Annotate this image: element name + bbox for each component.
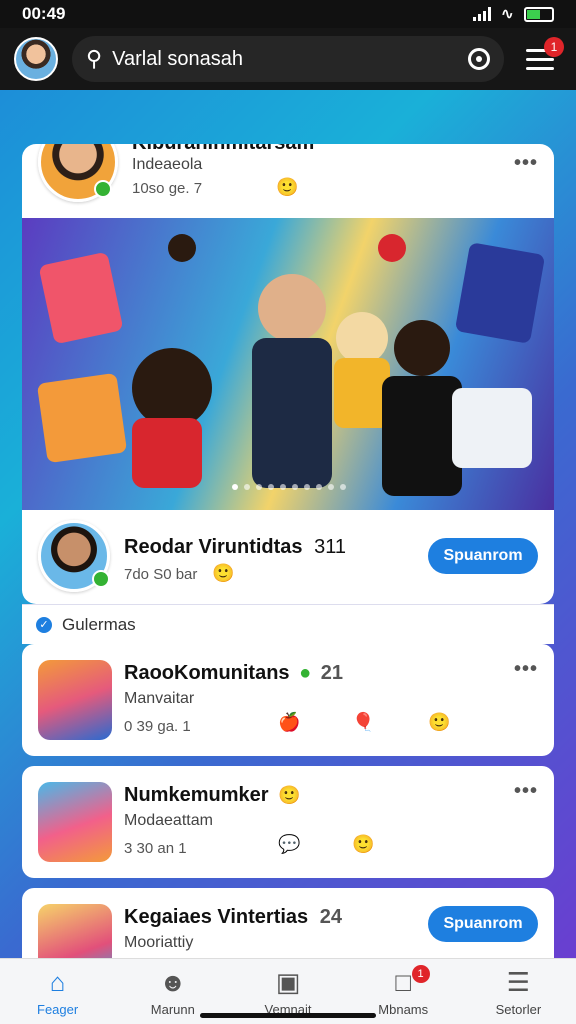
item-count: 21 [320, 662, 344, 684]
banner-illustration [37, 234, 544, 496]
more-options-icon[interactable]: ••• [514, 780, 538, 803]
nav-home[interactable]: ⌂ Feager [0, 959, 115, 1024]
search-text: Varlal sonasah [112, 47, 243, 70]
wifi-icon: ∿ [500, 6, 514, 23]
top-bar: ⚲ Varlal sonasah 1 [0, 28, 576, 90]
scan-icon[interactable] [468, 48, 490, 70]
post-banner-image[interactable] [22, 218, 554, 510]
community-name[interactable]: Reodar Viruntidtas 311 [124, 536, 346, 559]
item-title[interactable]: Numkemumker 🙂 [124, 784, 301, 807]
community-meta: 7do S0 bar [124, 566, 198, 583]
check-icon: ✓ [36, 616, 52, 633]
more-options-icon[interactable]: ••• [514, 152, 538, 175]
section-header: ✓ Gulermas [22, 604, 554, 644]
post-header: Kiburaninmitarsam Indeaeola 10so ge. 7 🙂… [22, 144, 554, 218]
item-title[interactable]: RaooKomunitans ● 21 [124, 662, 343, 685]
section-title: Gulermas [62, 614, 136, 634]
signal-icon [472, 7, 491, 21]
home-indicator [200, 1013, 376, 1018]
notifications-icon: □ [395, 966, 412, 997]
battery-icon [524, 6, 554, 22]
reaction-icon: 🙂 [428, 712, 451, 732]
smile-icon: 🙂 [276, 177, 299, 197]
community-title: Reodar Viruntidtas [124, 536, 303, 558]
community-thumbnail[interactable] [38, 782, 112, 862]
feed[interactable]: Kiburaninmitarsam Indeaeola 10so ge. 7 🙂… [0, 90, 576, 960]
group-icon: ☻ [159, 966, 187, 997]
nav-label: Mbnams [378, 1001, 429, 1017]
gallery-icon: ▣ [275, 966, 301, 997]
search-input[interactable]: ⚲ Varlal sonasah [72, 36, 504, 82]
reaction-icon: 🎈 [352, 712, 375, 732]
carousel-dots[interactable] [232, 484, 346, 490]
item-meta: 3 30 an 1 [124, 840, 187, 857]
bottom-navigation: ⌂ Feager ☻ Marunn ▣ Vemnait □ 1 Mbnams ☰… [0, 958, 576, 1024]
list-item[interactable]: Kegaiaes Vintertias 24 Mooriattiy Spuanr… [22, 888, 554, 960]
menu-icon: ☰ [506, 966, 531, 997]
menu-button[interactable]: 1 [518, 37, 564, 81]
item-subtitle: Mooriattiy [124, 934, 194, 951]
smile-icon: 🙂 [212, 563, 235, 583]
list-item[interactable]: RaooKomunitans ● 21 Manvaitar 0 39 ga. 1… [22, 644, 554, 756]
status-bar: 00:49 ∿ [0, 0, 576, 28]
item-title[interactable]: Kegaiaes Vintertias 24 [124, 906, 342, 929]
join-button[interactable]: Spuanrom [428, 906, 538, 942]
item-name: RaooKomunitans [124, 662, 290, 684]
item-count: 24 [319, 906, 342, 928]
nav-settings[interactable]: ☰ Setorler [461, 959, 576, 1024]
menu-badge: 1 [544, 37, 564, 57]
home-icon: ⌂ [49, 966, 66, 997]
item-subtitle: Modaeattam [124, 812, 213, 829]
status-time: 00:49 [22, 4, 66, 23]
search-icon: ⚲ [86, 46, 103, 71]
featured-community[interactable]: Reodar Viruntidtas 311 7do S0 bar 🙂 Spua… [22, 510, 554, 604]
author-name[interactable]: Kiburaninmitarsam [132, 144, 314, 155]
notification-badge: 1 [411, 965, 430, 983]
more-options-icon[interactable]: ••• [514, 658, 538, 681]
item-meta: 0 39 ga. 1 [124, 718, 191, 735]
online-indicator [92, 570, 110, 588]
check-badge-icon: ● [299, 662, 312, 684]
join-button[interactable]: Spuanrom [428, 538, 538, 574]
nav-label: Setorler [495, 1001, 542, 1017]
profile-avatar[interactable] [14, 37, 58, 81]
post-meta: 10so ge. 7 [132, 180, 203, 197]
nav-label: Marunn [150, 1001, 195, 1017]
reaction-icon: 💬 [278, 834, 301, 854]
reaction-icon: 🍎 [278, 712, 301, 732]
nav-label: Feager [37, 1001, 79, 1017]
author-location: Indeaeola [132, 156, 203, 173]
community-thumbnail[interactable] [38, 660, 112, 740]
item-name: Numkemumker [124, 784, 269, 806]
online-indicator [94, 180, 112, 198]
item-name: Kegaiaes Vintertias [124, 906, 309, 928]
reaction-icon: 🙂 [352, 834, 375, 854]
community-count: 311 [314, 536, 347, 558]
emoji-icon: 🙂 [278, 785, 301, 805]
post-card[interactable]: Kiburaninmitarsam Indeaeola 10so ge. 7 🙂… [22, 144, 554, 604]
list-item[interactable]: Numkemumker 🙂 Modaeattam 3 30 an 1 💬 🙂 •… [22, 766, 554, 878]
community-thumbnail[interactable] [38, 904, 112, 960]
item-subtitle: Manvaitar [124, 690, 195, 707]
